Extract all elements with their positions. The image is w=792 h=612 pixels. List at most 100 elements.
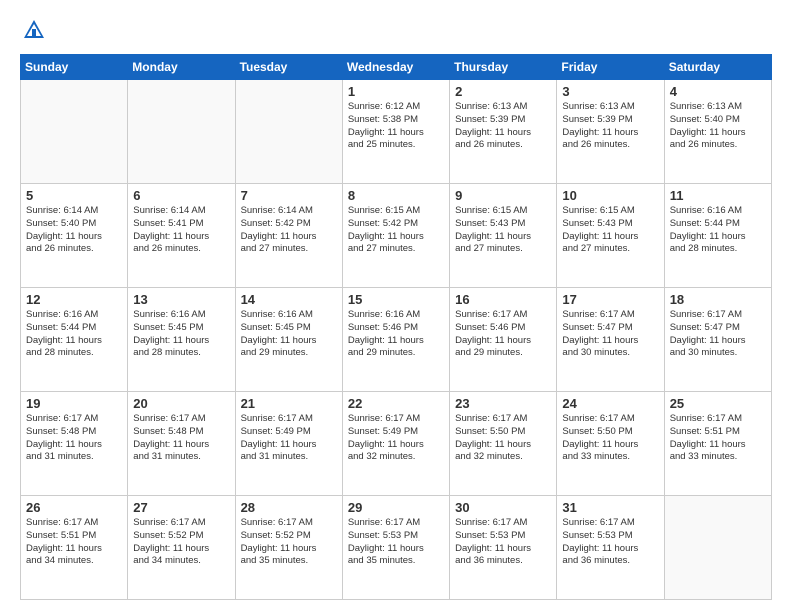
calendar-cell: 14 Sunrise: 6:16 AM Sunset: 5:45 PM Dayli…: [235, 288, 342, 392]
calendar-cell: 28 Sunrise: 6:17 AM Sunset: 5:52 PM Dayli…: [235, 496, 342, 600]
cell-info: Sunrise: 6:12 AM Sunset: 5:38 PM Dayligh…: [348, 101, 444, 152]
calendar-cell: 2 Sunrise: 6:13 AM Sunset: 5:39 PM Daylig…: [450, 80, 557, 184]
calendar-cell: 4Sunrise: 6:13 AM Sunset: 5:40 PM Daylig…: [664, 80, 771, 184]
day-number: 24: [562, 396, 658, 411]
cell-info: Sunrise: 6:16 AM Sunset: 5:44 PM Dayligh…: [670, 205, 766, 256]
day-header-monday: Monday: [128, 55, 235, 80]
day-number: 23: [455, 396, 551, 411]
calendar-cell: [664, 496, 771, 600]
cell-info: Sunrise: 6:17 AM Sunset: 5:50 PM Dayligh…: [562, 413, 658, 464]
day-header-tuesday: Tuesday: [235, 55, 342, 80]
day-number: 27: [133, 500, 229, 515]
day-number: 25: [670, 396, 766, 411]
cell-info: Sunrise: 6:14 AM Sunset: 5:42 PM Dayligh…: [241, 205, 337, 256]
day-number: 19: [26, 396, 122, 411]
calendar-header-row: SundayMondayTuesdayWednesdayThursdayFrid…: [21, 55, 772, 80]
calendar-cell: 8 Sunrise: 6:15 AM Sunset: 5:42 PM Daylig…: [342, 184, 449, 288]
day-number: 11: [670, 188, 766, 203]
day-number: 12: [26, 292, 122, 307]
day-number: 13: [133, 292, 229, 307]
calendar-week-2: 12 Sunrise: 6:16 AM Sunset: 5:44 PM Dayli…: [21, 288, 772, 392]
calendar-cell: 6 Sunrise: 6:14 AM Sunset: 5:41 PM Daylig…: [128, 184, 235, 288]
calendar-cell: 9 Sunrise: 6:15 AM Sunset: 5:43 PM Daylig…: [450, 184, 557, 288]
day-number: 2: [455, 84, 551, 99]
cell-info: Sunrise: 6:17 AM Sunset: 5:50 PM Dayligh…: [455, 413, 551, 464]
calendar-cell: 25 Sunrise: 6:17 AM Sunset: 5:51 PM Dayli…: [664, 392, 771, 496]
cell-info: Sunrise: 6:17 AM Sunset: 5:53 PM Dayligh…: [348, 517, 444, 568]
cell-info: Sunrise: 6:17 AM Sunset: 5:52 PM Dayligh…: [241, 517, 337, 568]
day-number: 5: [26, 188, 122, 203]
cell-info: Sunrise: 6:17 AM Sunset: 5:52 PM Dayligh…: [133, 517, 229, 568]
cell-info: Sunrise: 6:15 AM Sunset: 5:43 PM Dayligh…: [455, 205, 551, 256]
calendar-cell: 16Sunrise: 6:17 AM Sunset: 5:46 PM Dayli…: [450, 288, 557, 392]
day-number: 31: [562, 500, 658, 515]
calendar-cell: 21Sunrise: 6:17 AM Sunset: 5:49 PM Dayli…: [235, 392, 342, 496]
calendar-cell: 11 Sunrise: 6:16 AM Sunset: 5:44 PM Dayli…: [664, 184, 771, 288]
day-number: 1: [348, 84, 444, 99]
calendar-cell: 17 Sunrise: 6:17 AM Sunset: 5:47 PM Dayli…: [557, 288, 664, 392]
day-number: 8: [348, 188, 444, 203]
calendar-cell: 22Sunrise: 6:17 AM Sunset: 5:49 PM Dayli…: [342, 392, 449, 496]
day-number: 28: [241, 500, 337, 515]
header: [20, 16, 772, 44]
day-number: 14: [241, 292, 337, 307]
day-number: 21: [241, 396, 337, 411]
day-header-saturday: Saturday: [664, 55, 771, 80]
day-number: 9: [455, 188, 551, 203]
calendar-cell: [21, 80, 128, 184]
day-number: 15: [348, 292, 444, 307]
cell-info: Sunrise: 6:15 AM Sunset: 5:43 PM Dayligh…: [562, 205, 658, 256]
day-number: 29: [348, 500, 444, 515]
cell-info: Sunrise: 6:17 AM Sunset: 5:48 PM Dayligh…: [26, 413, 122, 464]
cell-info: Sunrise: 6:13 AM Sunset: 5:39 PM Dayligh…: [455, 101, 551, 152]
day-header-wednesday: Wednesday: [342, 55, 449, 80]
cell-info: Sunrise: 6:16 AM Sunset: 5:45 PM Dayligh…: [241, 309, 337, 360]
calendar-cell: 7 Sunrise: 6:14 AM Sunset: 5:42 PM Daylig…: [235, 184, 342, 288]
cell-info: Sunrise: 6:16 AM Sunset: 5:44 PM Dayligh…: [26, 309, 122, 360]
cell-info: Sunrise: 6:13 AM Sunset: 5:39 PM Dayligh…: [562, 101, 658, 152]
calendar-cell: 24 Sunrise: 6:17 AM Sunset: 5:50 PM Dayli…: [557, 392, 664, 496]
calendar-cell: 1 Sunrise: 6:12 AM Sunset: 5:38 PM Daylig…: [342, 80, 449, 184]
day-number: 17: [562, 292, 658, 307]
page: SundayMondayTuesdayWednesdayThursdayFrid…: [0, 0, 792, 612]
cell-info: Sunrise: 6:15 AM Sunset: 5:42 PM Dayligh…: [348, 205, 444, 256]
cell-info: Sunrise: 6:17 AM Sunset: 5:48 PM Dayligh…: [133, 413, 229, 464]
calendar-week-3: 19 Sunrise: 6:17 AM Sunset: 5:48 PM Dayli…: [21, 392, 772, 496]
calendar-body: 1 Sunrise: 6:12 AM Sunset: 5:38 PM Daylig…: [21, 80, 772, 600]
calendar-cell: 23 Sunrise: 6:17 AM Sunset: 5:50 PM Dayli…: [450, 392, 557, 496]
cell-info: Sunrise: 6:17 AM Sunset: 5:51 PM Dayligh…: [670, 413, 766, 464]
day-number: 18: [670, 292, 766, 307]
cell-info: Sunrise: 6:17 AM Sunset: 5:51 PM Dayligh…: [26, 517, 122, 568]
calendar-cell: 13 Sunrise: 6:16 AM Sunset: 5:45 PM Dayli…: [128, 288, 235, 392]
cell-info: Sunrise: 6:17 AM Sunset: 5:53 PM Dayligh…: [562, 517, 658, 568]
calendar-week-1: 5 Sunrise: 6:14 AM Sunset: 5:40 PM Daylig…: [21, 184, 772, 288]
calendar-cell: [128, 80, 235, 184]
day-number: 22: [348, 396, 444, 411]
day-number: 3: [562, 84, 658, 99]
calendar-cell: 20Sunrise: 6:17 AM Sunset: 5:48 PM Dayli…: [128, 392, 235, 496]
calendar-cell: 18 Sunrise: 6:17 AM Sunset: 5:47 PM Dayli…: [664, 288, 771, 392]
day-number: 6: [133, 188, 229, 203]
calendar-cell: [235, 80, 342, 184]
cell-info: Sunrise: 6:17 AM Sunset: 5:47 PM Dayligh…: [670, 309, 766, 360]
cell-info: Sunrise: 6:16 AM Sunset: 5:45 PM Dayligh…: [133, 309, 229, 360]
day-number: 7: [241, 188, 337, 203]
logo: [20, 16, 52, 44]
calendar-cell: 27 Sunrise: 6:17 AM Sunset: 5:52 PM Dayli…: [128, 496, 235, 600]
calendar-cell: 19 Sunrise: 6:17 AM Sunset: 5:48 PM Dayli…: [21, 392, 128, 496]
cell-info: Sunrise: 6:14 AM Sunset: 5:41 PM Dayligh…: [133, 205, 229, 256]
day-header-friday: Friday: [557, 55, 664, 80]
calendar-cell: 3 Sunrise: 6:13 AM Sunset: 5:39 PM Daylig…: [557, 80, 664, 184]
day-number: 10: [562, 188, 658, 203]
calendar-cell: 30Sunrise: 6:17 AM Sunset: 5:53 PM Dayli…: [450, 496, 557, 600]
calendar-table: SundayMondayTuesdayWednesdayThursdayFrid…: [20, 54, 772, 600]
cell-info: Sunrise: 6:14 AM Sunset: 5:40 PM Dayligh…: [26, 205, 122, 256]
calendar-cell: 5 Sunrise: 6:14 AM Sunset: 5:40 PM Daylig…: [21, 184, 128, 288]
calendar-cell: 26Sunrise: 6:17 AM Sunset: 5:51 PM Dayli…: [21, 496, 128, 600]
cell-info: Sunrise: 6:17 AM Sunset: 5:47 PM Dayligh…: [562, 309, 658, 360]
day-header-thursday: Thursday: [450, 55, 557, 80]
day-number: 16: [455, 292, 551, 307]
day-header-sunday: Sunday: [21, 55, 128, 80]
day-number: 4: [670, 84, 766, 99]
day-number: 30: [455, 500, 551, 515]
